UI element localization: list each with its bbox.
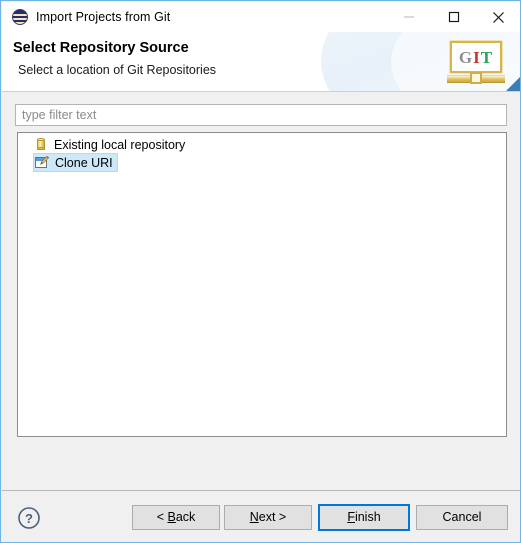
svg-text:?: ?	[25, 511, 33, 526]
tree-item-clone-uri[interactable]: Clone URI	[33, 153, 118, 172]
git-letter-g: G	[458, 47, 474, 67]
next-button[interactable]: Next >	[224, 505, 312, 530]
close-icon[interactable]	[476, 2, 520, 32]
eclipse-icon	[12, 9, 28, 25]
dialog-content: Existing local repository Clone URI	[2, 91, 520, 491]
tree-item-existing-local-repository[interactable]: Existing local repository	[34, 136, 189, 153]
filter-input[interactable]	[15, 104, 507, 126]
repository-source-tree[interactable]: Existing local repository Clone URI	[17, 132, 507, 437]
help-icon[interactable]: ?	[17, 506, 41, 530]
wizard-header: Select Repository Source Select a locati…	[2, 32, 520, 91]
title-bar: Import Projects from Git	[2, 2, 520, 32]
window-controls	[386, 2, 520, 32]
clone-uri-icon	[34, 155, 49, 170]
page-title: Select Repository Source	[13, 40, 189, 56]
git-letter-i: I	[473, 47, 481, 67]
header-corner-triangle	[504, 76, 520, 91]
tree-item-label: Existing local repository	[54, 137, 186, 152]
cancel-button[interactable]: Cancel	[416, 505, 508, 530]
page-subtitle: Select a location of Git Repositories	[18, 63, 217, 77]
git-banner-icon: GIT	[447, 41, 509, 89]
back-button[interactable]: < Back	[132, 505, 220, 530]
finish-button[interactable]: Finish	[318, 504, 410, 531]
import-projects-from-git-dialog: Import Projects from Git Select Reposito…	[0, 0, 521, 543]
minimize-icon[interactable]	[386, 2, 431, 32]
maximize-icon[interactable]	[431, 2, 476, 32]
repository-cylinder-icon	[34, 137, 48, 152]
tree-item-label: Clone URI	[55, 155, 113, 170]
window-title: Import Projects from Git	[36, 10, 171, 24]
git-letter-t: T	[480, 47, 494, 67]
